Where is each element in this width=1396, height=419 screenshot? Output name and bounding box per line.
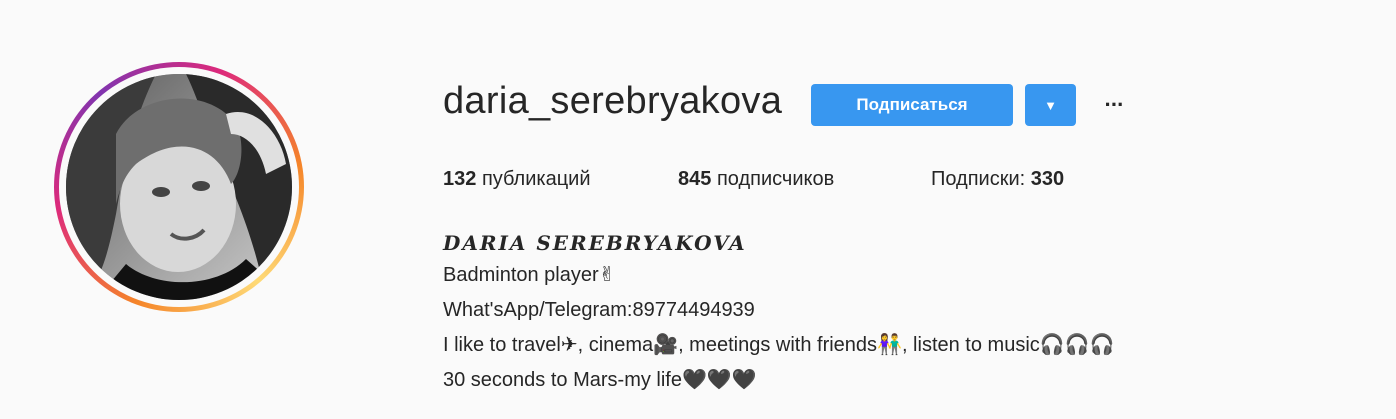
following-stat[interactable]: Подписки: 330 <box>931 168 1064 191</box>
avatar-border <box>59 67 299 307</box>
following-count: 330 <box>1030 168 1065 190</box>
more-icon: ··· <box>1104 92 1125 117</box>
full-name: DARIA SEREBRYAKOVA <box>443 231 747 255</box>
bio-line: What'sApp/Telegram:89774494939 <box>443 299 755 321</box>
followers-label: подписчиков <box>716 168 835 190</box>
posts-stat: 132 публикаций <box>443 168 591 191</box>
chevron-down-icon: ▼ <box>1044 97 1057 113</box>
bio-line: I like to travel✈, cinema🎥, meetings wit… <box>443 334 1115 356</box>
bio-line: 30 seconds to Mars-my life🖤🖤🖤 <box>443 369 757 391</box>
more-options-button[interactable]: ··· <box>1100 90 1128 120</box>
username: daria_serebryakova <box>443 80 783 122</box>
followers-stat[interactable]: 845 подписчиков <box>678 168 834 191</box>
suggestions-dropdown-button[interactable]: ▼ <box>1025 84 1076 126</box>
posts-label: публикаций <box>481 168 591 190</box>
profile-bio: DARIA SEREBRYAKOVA Badminton player✌ Wha… <box>443 228 1114 398</box>
posts-count: 132 <box>443 168 477 190</box>
followers-count: 845 <box>678 168 712 190</box>
avatar-story-ring[interactable] <box>54 62 304 312</box>
following-label: Подписки: <box>931 168 1026 190</box>
bio-line: Badminton player✌ <box>443 264 616 286</box>
avatar[interactable] <box>66 74 292 300</box>
avatar-photo <box>66 74 292 300</box>
follow-button[interactable]: Подписаться <box>811 84 1013 126</box>
